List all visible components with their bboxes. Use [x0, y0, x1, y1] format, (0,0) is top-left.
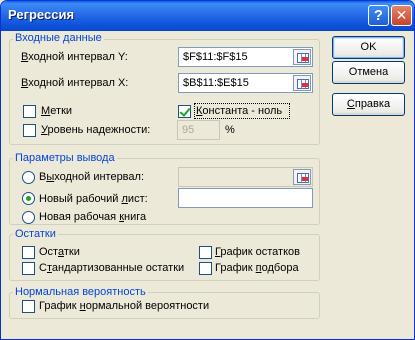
new-workbook-radio[interactable] [22, 211, 35, 224]
residuals-checkbox[interactable] [22, 246, 35, 259]
residual-plot-label[interactable]: График остатков [215, 246, 300, 258]
new-worksheet-field[interactable] [178, 188, 313, 208]
output-range-label[interactable]: Выходной интервал: [39, 171, 144, 183]
line-fit-plot-checkbox[interactable] [199, 262, 212, 275]
cancel-button[interactable]: Отмена [332, 61, 405, 84]
new-workbook-label[interactable]: Новая рабочая книга [39, 211, 146, 223]
new-worksheet-radio[interactable] [22, 192, 35, 205]
confidence-level-field[interactable]: 95 [177, 120, 220, 140]
output-range-field[interactable] [178, 167, 313, 187]
normal-probability-plot-checkbox[interactable] [22, 300, 35, 313]
input-x-label: Входной интервал X: [21, 77, 129, 89]
input-x-range-field[interactable]: $B$11:$E$15 [178, 73, 313, 93]
residuals-legend: Остатки [13, 228, 58, 240]
help-title-button[interactable]: ? [368, 5, 389, 26]
confidence-level-value: 95 [182, 124, 195, 136]
range-picker-icon[interactable] [293, 49, 311, 65]
close-button[interactable]: ✕ [391, 5, 412, 26]
standardized-residuals-checkbox[interactable] [22, 262, 35, 275]
title-bar[interactable]: Регрессия ? ✕ [1, 1, 414, 31]
output-options-legend: Параметры вывода [13, 152, 117, 164]
help-button[interactable]: Справка [332, 93, 405, 116]
line-fit-plot-label[interactable]: График подбора [215, 262, 299, 274]
confidence-level-checkbox[interactable] [23, 124, 36, 137]
range-picker-icon[interactable] [293, 75, 311, 91]
normal-probability-plot-label[interactable]: График нормальной вероятности [39, 300, 209, 312]
percent-sign: % [225, 124, 235, 136]
input-data-legend: Входные данные [13, 32, 104, 44]
input-y-range-value: $F$11:$F$15 [183, 51, 248, 63]
normal-probability-legend: Нормальная вероятность [13, 286, 148, 298]
labels-checkbox[interactable] [23, 105, 36, 118]
regression-dialog: Регрессия ? ✕ Входные данные Входной инт… [0, 0, 415, 340]
standardized-residuals-label[interactable]: Стандартизованные остатки [39, 262, 184, 274]
constant-zero-label[interactable]: Константа - ноль [196, 105, 282, 117]
ok-button[interactable]: OK [332, 36, 405, 59]
confidence-level-label[interactable]: Уровень надежности: [41, 124, 150, 136]
labels-label[interactable]: Метки [41, 105, 72, 117]
input-x-range-value: $B$11:$E$15 [183, 77, 249, 89]
input-y-label: Входной интервал Y: [21, 51, 128, 63]
range-picker-icon[interactable] [293, 169, 311, 185]
input-y-range-field[interactable]: $F$11:$F$15 [178, 47, 313, 67]
dialog-title: Регрессия [8, 7, 75, 22]
residuals-label[interactable]: Остатки [39, 246, 80, 258]
residual-plot-checkbox[interactable] [199, 246, 212, 259]
constant-zero-checkbox[interactable] [178, 105, 191, 118]
output-range-radio[interactable] [22, 171, 35, 184]
new-worksheet-label[interactable]: Новый рабочий лист: [39, 193, 148, 205]
